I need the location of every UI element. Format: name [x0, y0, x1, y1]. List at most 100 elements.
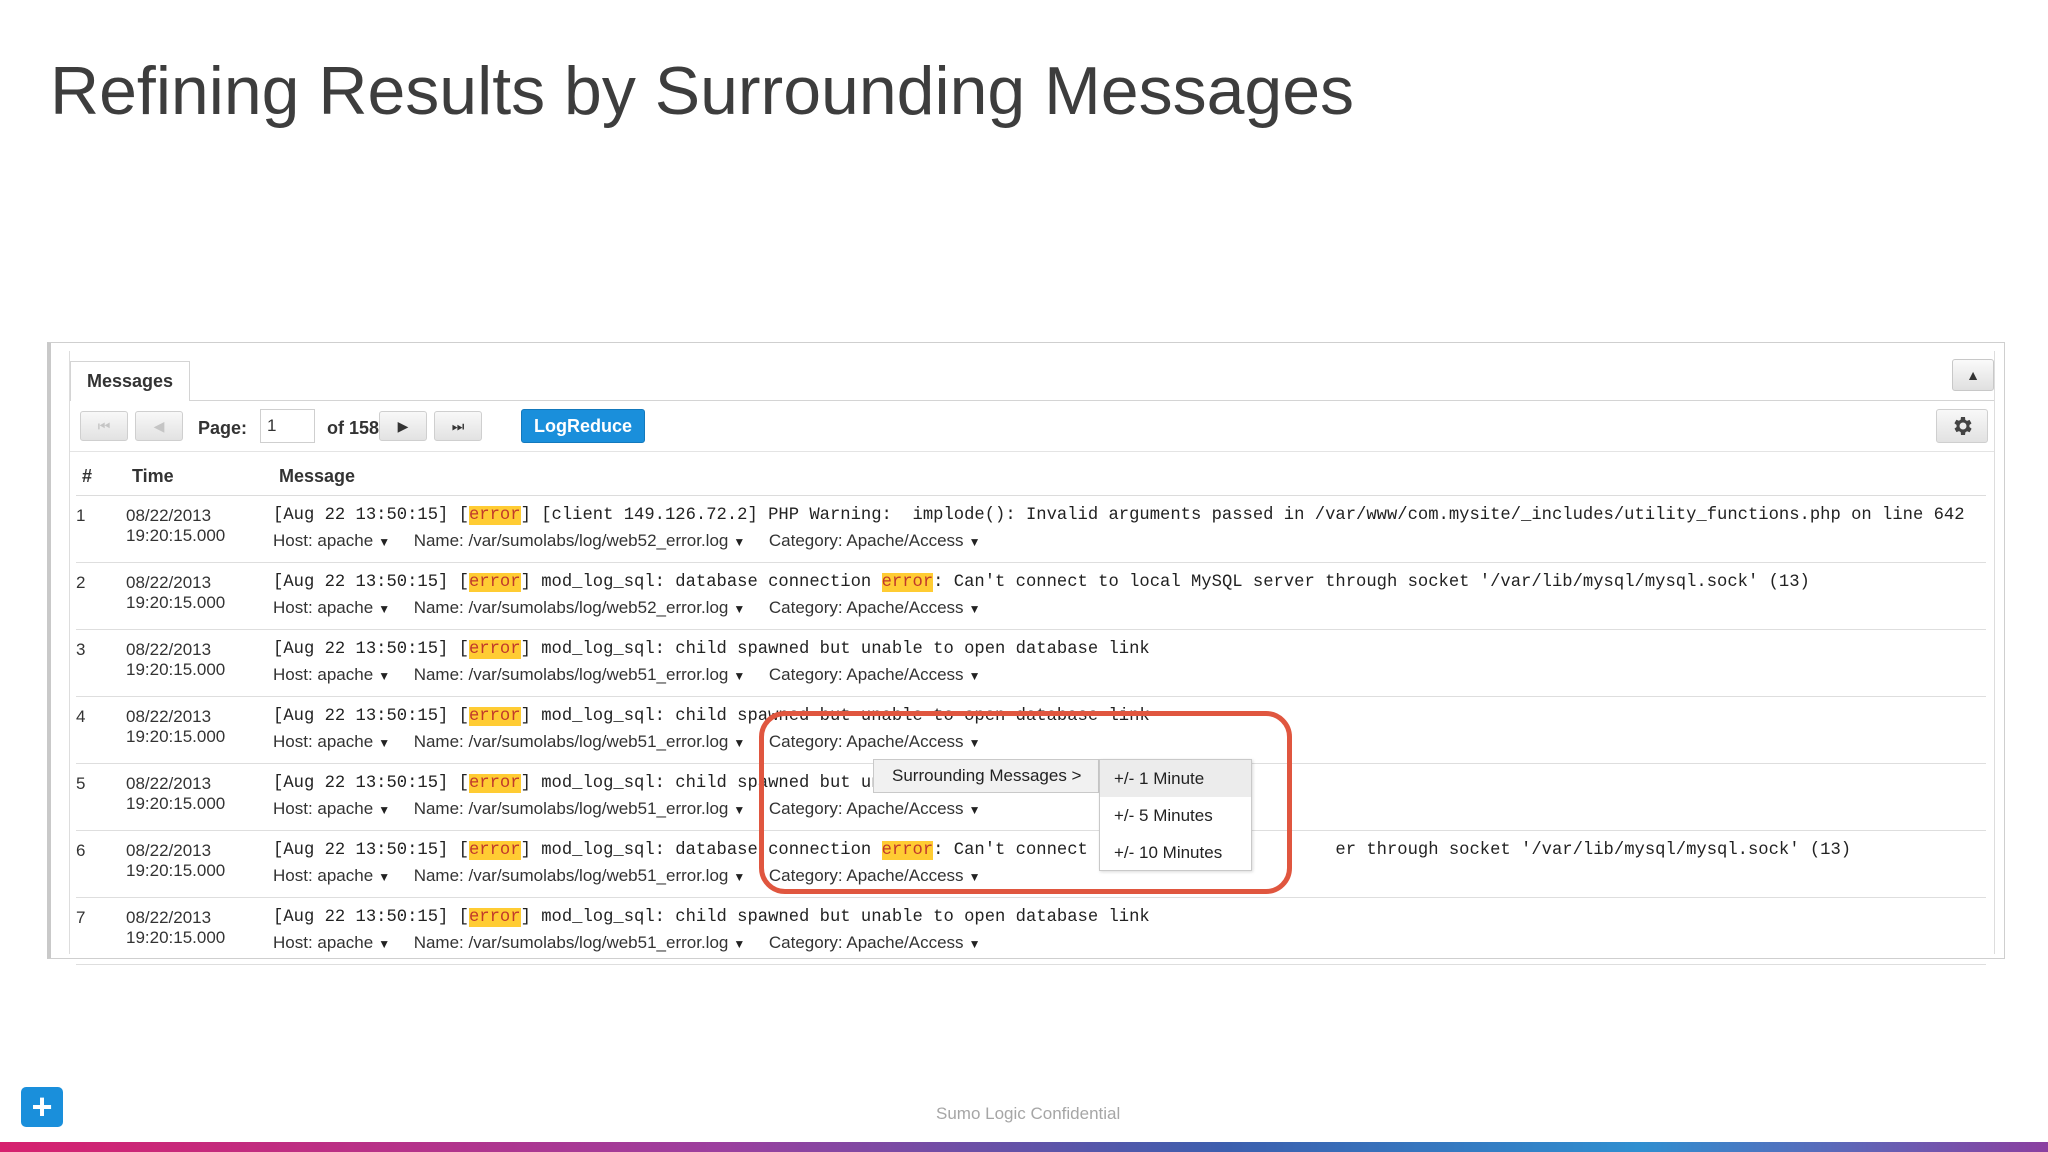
row-message: [Aug 22 13:50:15] [error] mod_log_sql: c…: [273, 908, 1150, 927]
table-row[interactable]: 3 08/22/2013 19:20:15.000 [Aug 22 13:50:15]…: [76, 630, 1986, 697]
next-page-button[interactable]: ▶: [379, 411, 427, 441]
settings-button[interactable]: [1936, 409, 1988, 443]
menu-item-1-minute[interactable]: +/- 1 Minute: [1100, 760, 1251, 797]
message-text: [Aug 22 13:50:15] [: [273, 841, 469, 860]
dropdown-caret-icon[interactable]: ▼: [969, 535, 981, 549]
name-field[interactable]: Name: /var/sumolabs/log/web51_error.log ▼: [414, 866, 746, 885]
pagination-toolbar: ⏮ ◀ Page: of 158 ▶ ⏭ LogReduce: [80, 409, 1994, 447]
host-field[interactable]: Host: apache ▼: [273, 799, 390, 818]
message-text: [Aug 22 13:50:15] [: [273, 774, 469, 793]
dropdown-caret-icon[interactable]: ▼: [378, 736, 390, 750]
row-date: 08/22/2013: [126, 707, 212, 726]
dropdown-caret-icon[interactable]: ▼: [378, 937, 390, 951]
row-number: 3: [76, 640, 86, 659]
name-field[interactable]: Name: /var/sumolabs/log/web51_error.log ▼: [414, 933, 746, 952]
prev-page-button[interactable]: ◀: [135, 411, 183, 441]
dropdown-caret-icon[interactable]: ▼: [378, 602, 390, 616]
first-page-button[interactable]: ⏮: [80, 411, 128, 441]
host-field[interactable]: Host: apache ▼: [273, 732, 390, 751]
row-date: 08/22/2013: [126, 774, 212, 793]
add-button[interactable]: +: [21, 1087, 63, 1127]
row-clock: 19:20:15.000: [126, 593, 226, 612]
table-row[interactable]: 2 08/22/2013 19:20:15.000 [Aug 22 13:50:15]…: [76, 563, 1986, 630]
dropdown-caret-icon[interactable]: ▼: [733, 937, 745, 951]
page-label: Page:: [198, 418, 248, 438]
column-header-num: #: [82, 466, 93, 486]
dropdown-caret-icon[interactable]: ▼: [969, 602, 981, 616]
message-text: [Aug 22 13:50:15] [: [273, 640, 469, 659]
row-date: 08/22/2013: [126, 506, 212, 525]
host-field[interactable]: Host: apache ▼: [273, 665, 390, 684]
menu-item-5-minutes[interactable]: +/- 5 Minutes: [1100, 797, 1251, 834]
tab-messages[interactable]: Messages: [70, 361, 190, 401]
message-text: [Aug 22 13:50:15] [: [273, 573, 469, 592]
row-date: 08/22/2013: [126, 640, 212, 659]
last-page-button[interactable]: ⏭: [434, 411, 482, 441]
message-text: ] mod_log_sql: child spawned but unable …: [520, 908, 1150, 927]
message-text: ] mod_log_sql: child spawned but unable …: [520, 640, 1150, 659]
host-field[interactable]: Host: apache ▼: [273, 933, 390, 952]
dropdown-caret-icon[interactable]: ▼: [378, 669, 390, 683]
dropdown-caret-icon[interactable]: ▼: [378, 535, 390, 549]
category-field[interactable]: Category: Apache/Access ▼: [769, 598, 981, 617]
host-field[interactable]: Host: apache ▼: [273, 598, 390, 617]
menu-item-surrounding-messages[interactable]: Surrounding Messages >: [873, 759, 1099, 793]
next-page-icon: ▶: [397, 417, 409, 434]
page-number-input[interactable]: [260, 409, 315, 443]
footer-confidential: Sumo Logic Confidential: [936, 1104, 1121, 1123]
name-field[interactable]: Name: /var/sumolabs/log/web52_error.log ▼: [414, 531, 746, 550]
row-metadata: Host: apache ▼ Name: /var/sumolabs/log/we…: [273, 933, 980, 953]
host-field[interactable]: Host: apache ▼: [273, 866, 390, 885]
name-field[interactable]: Name: /var/sumolabs/log/web51_error.log ▼: [414, 665, 746, 684]
dropdown-caret-icon[interactable]: ▼: [733, 870, 745, 884]
column-header-message: Message: [279, 466, 356, 486]
row-clock: 19:20:15.000: [126, 861, 226, 880]
dropdown-caret-icon[interactable]: ▼: [733, 602, 745, 616]
menu-item-10-minutes[interactable]: +/- 10 Minutes: [1100, 834, 1251, 871]
dropdown-caret-icon[interactable]: ▼: [733, 669, 745, 683]
row-number: 7: [76, 908, 86, 927]
table-row[interactable]: 7 08/22/2013 19:20:15.000 [Aug 22 13:50:15]…: [76, 898, 1986, 965]
row-message: [Aug 22 13:50:15] [error] [client 149.12…: [273, 506, 1965, 525]
category-field[interactable]: Category: Apache/Access ▼: [769, 665, 981, 684]
last-page-icon: ⏭: [451, 417, 465, 434]
prev-page-icon: ◀: [153, 417, 165, 434]
dropdown-caret-icon[interactable]: ▼: [969, 669, 981, 683]
row-time: 08/22/2013 19:20:15.000: [126, 573, 225, 613]
dropdown-caret-icon[interactable]: ▼: [378, 803, 390, 817]
row-metadata: Host: apache ▼ Name: /var/sumolabs/log/we…: [273, 598, 980, 618]
row-date: 08/22/2013: [126, 908, 212, 927]
logreduce-button[interactable]: LogReduce: [521, 409, 645, 443]
category-field[interactable]: Category: Apache/Access ▼: [769, 531, 981, 550]
row-metadata: Host: apache ▼ Name: /var/sumolabs/log/we…: [273, 665, 980, 685]
row-number: 1: [76, 506, 86, 525]
error-highlight: error: [468, 908, 521, 927]
collapse-button[interactable]: ▲: [1952, 359, 1994, 391]
message-text: [Aug 22 13:50:15] [: [273, 707, 469, 726]
dropdown-caret-icon[interactable]: ▼: [733, 736, 745, 750]
toolbar-divider: [70, 451, 1994, 452]
error-highlight: error: [468, 774, 521, 793]
dropdown-caret-icon[interactable]: ▼: [969, 937, 981, 951]
plus-icon: +: [31, 1086, 53, 1127]
row-time: 08/22/2013 19:20:15.000: [126, 707, 225, 747]
dropdown-caret-icon[interactable]: ▼: [378, 870, 390, 884]
error-highlight: error: [468, 573, 521, 592]
name-field[interactable]: Name: /var/sumolabs/log/web52_error.log ▼: [414, 598, 746, 617]
row-number: 5: [76, 774, 86, 793]
dropdown-caret-icon[interactable]: ▼: [733, 803, 745, 817]
row-clock: 19:20:15.000: [126, 928, 226, 947]
name-field[interactable]: Name: /var/sumolabs/log/web51_error.log ▼: [414, 732, 746, 751]
message-text: [Aug 22 13:50:15] [: [273, 506, 469, 525]
error-highlight: error: [468, 841, 521, 860]
row-time: 08/22/2013 19:20:15.000: [126, 640, 225, 680]
host-field[interactable]: Host: apache ▼: [273, 531, 390, 550]
message-text: [Aug 22 13:50:15] [: [273, 908, 469, 927]
row-number: 2: [76, 573, 86, 592]
row-clock: 19:20:15.000: [126, 727, 226, 746]
row-metadata: Host: apache ▼ Name: /var/sumolabs/log/we…: [273, 531, 980, 551]
category-field[interactable]: Category: Apache/Access ▼: [769, 933, 981, 952]
name-field[interactable]: Name: /var/sumolabs/log/web51_error.log ▼: [414, 799, 746, 818]
dropdown-caret-icon[interactable]: ▼: [733, 535, 745, 549]
table-row[interactable]: 1 08/22/2013 19:20:15.000 [Aug 22 13:50:15]…: [76, 496, 1986, 563]
